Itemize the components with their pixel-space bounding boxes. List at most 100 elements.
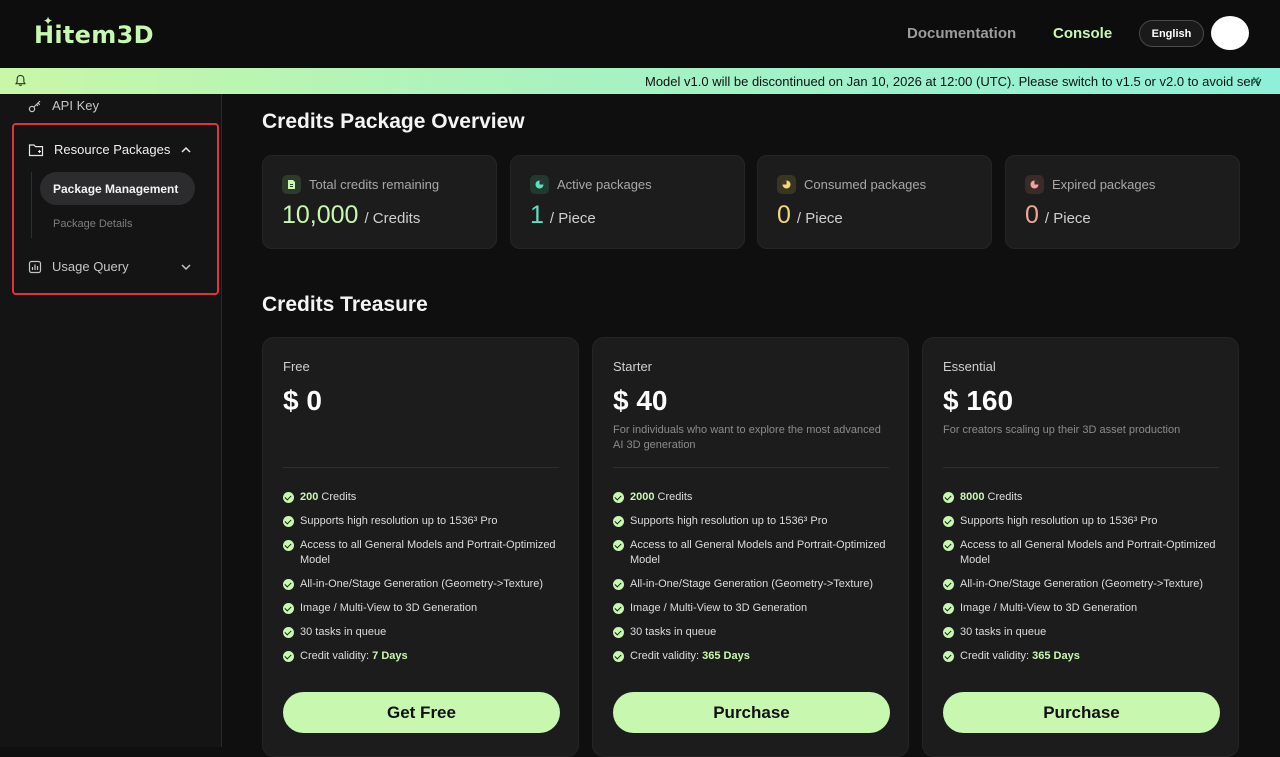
feature-text: 30 tasks in queue <box>630 626 717 638</box>
credits-label: Credits <box>987 491 1023 503</box>
stat-value: 1 <box>530 201 544 229</box>
sidebar-item-label: API Key <box>52 98 99 113</box>
stat-label: Consumed packages <box>804 177 927 192</box>
plan-name: Starter <box>613 359 653 374</box>
check-circle-icon <box>613 516 624 527</box>
validity-value: 365 Days <box>702 650 750 662</box>
pie-icon <box>777 175 796 194</box>
plan-card-starter: Starter $ 40 For individuals who want to… <box>592 337 909 757</box>
feature-text: 30 tasks in queue <box>300 626 387 638</box>
plan-name: Essential <box>943 359 996 374</box>
feature-text: Supports high resolution up to 1536³ Pro <box>960 515 1158 527</box>
check-circle-icon <box>943 627 954 638</box>
check-circle-icon <box>283 579 294 590</box>
sidebar-item-resource-packages[interactable]: Resource Packages <box>28 142 170 157</box>
feature-text: All-in-One/Stage Generation (Geometry->T… <box>300 578 544 590</box>
check-circle-icon <box>613 492 624 503</box>
feature-text: 30 tasks in queue <box>960 626 1047 638</box>
feature-item: Credit validity: 365 Days <box>943 649 1228 664</box>
check-circle-icon <box>283 627 294 638</box>
top-nav: ✦ Hitem3D Documentation Console English <box>0 0 1280 68</box>
check-circle-icon <box>943 603 954 614</box>
purchase-button[interactable]: Purchase <box>943 692 1220 733</box>
feature-item: Image / Multi-View to 3D Generation <box>283 601 568 616</box>
plan-description: For creators scaling up their 3D asset p… <box>943 424 1181 436</box>
key-icon <box>28 100 41 112</box>
chevron-down-icon[interactable] <box>180 261 192 273</box>
stat-value-wrap: 0 / Piece <box>777 201 843 230</box>
treasure-title: Credits Treasure <box>262 293 428 316</box>
check-circle-icon <box>283 492 294 503</box>
feature-item: Access to all General Models and Portrai… <box>283 538 568 568</box>
plan-name: Free <box>283 359 310 374</box>
main-content: Credits Package Overview Total credits r… <box>222 94 1280 757</box>
check-circle-icon <box>943 651 954 662</box>
sidebar-item-usage-query[interactable]: Usage Query <box>28 259 129 274</box>
overview-title: Credits Package Overview <box>262 110 525 133</box>
check-circle-icon <box>943 579 954 590</box>
nav-console[interactable]: Console <box>1053 25 1112 42</box>
feature-text: Access to all General Models and Portrai… <box>300 539 556 566</box>
close-icon[interactable]: × <box>1252 72 1260 88</box>
logo[interactable]: ✦ Hitem3D <box>34 14 154 52</box>
stat-unit: / Piece <box>549 210 596 227</box>
sidebar-item-api-key[interactable]: API Key <box>28 98 99 113</box>
feature-item: 2000 Credits <box>613 490 898 505</box>
validity-value: 7 Days <box>372 650 408 662</box>
feature-text: Supports high resolution up to 1536³ Pro <box>630 515 828 527</box>
credits-amount: 200 <box>300 491 319 503</box>
plan-price: $ 0 <box>283 385 322 416</box>
get-free-button[interactable]: Get Free <box>283 692 560 733</box>
validity-value: 365 Days <box>1032 650 1080 662</box>
chart-icon <box>28 260 42 273</box>
feature-text: Access to all General Models and Portrai… <box>630 539 886 566</box>
feature-item: Supports high resolution up to 1536³ Pro <box>613 514 898 529</box>
plan-price: $ 40 <box>613 385 668 416</box>
feature-item: 30 tasks in queue <box>283 625 568 640</box>
stat-label: Active packages <box>557 177 652 192</box>
feature-text: All-in-One/Stage Generation (Geometry->T… <box>630 578 874 590</box>
pie-icon <box>1025 175 1044 194</box>
stat-card-expired-packages: Expired packages 0 / Piece <box>1005 155 1240 249</box>
stat-card-total-credits: Total credits remaining 10,000 / Credits <box>262 155 497 249</box>
check-circle-icon <box>943 492 954 503</box>
check-circle-icon <box>613 651 624 662</box>
plan-description: For individuals who want to explore the … <box>613 424 881 451</box>
check-circle-icon <box>943 540 954 551</box>
feature-list: 200 Credits Supports high resolution up … <box>283 490 568 673</box>
feature-item: All-in-One/Stage Generation (Geometry->T… <box>943 577 1228 592</box>
sidebar-item-label: Resource Packages <box>54 142 171 157</box>
document-icon <box>282 175 301 194</box>
stat-label: Expired packages <box>1052 177 1156 192</box>
check-circle-icon <box>943 516 954 527</box>
check-circle-icon <box>283 603 294 614</box>
banner-message: Model v1.0 will be discontinued on Jan 1… <box>645 74 1262 89</box>
credits-amount: 8000 <box>960 491 985 503</box>
validity-label: Credit validity: <box>630 650 700 662</box>
folder-icon <box>28 143 44 156</box>
sidebar-item-package-management[interactable]: Package Management <box>40 172 195 205</box>
chevron-up-icon[interactable] <box>180 144 192 156</box>
divider <box>283 467 559 468</box>
check-circle-icon <box>283 651 294 662</box>
stat-value-wrap: 1 / Piece <box>530 201 596 230</box>
avatar[interactable] <box>1211 16 1249 50</box>
credits-amount: 2000 <box>630 491 655 503</box>
sidebar-item-label: Usage Query <box>52 259 129 274</box>
sparkle-icon: ✦ <box>43 14 54 28</box>
stat-value: 0 <box>777 201 791 229</box>
feature-item: Access to all General Models and Portrai… <box>943 538 1228 568</box>
feature-item: All-in-One/Stage Generation (Geometry->T… <box>283 577 568 592</box>
feature-item: Credit validity: 365 Days <box>613 649 898 664</box>
submenu-divider <box>31 172 32 238</box>
language-button[interactable]: English <box>1139 20 1204 47</box>
feature-item: 30 tasks in queue <box>943 625 1228 640</box>
nav-documentation[interactable]: Documentation <box>907 25 1016 42</box>
purchase-button[interactable]: Purchase <box>613 692 890 733</box>
stat-value-wrap: 0 / Piece <box>1025 201 1091 230</box>
feature-text: Supports high resolution up to 1536³ Pro <box>300 515 498 527</box>
feature-list: 2000 Credits Supports high resolution up… <box>613 490 898 673</box>
sidebar-item-package-details[interactable]: Package Details <box>53 218 133 230</box>
feature-text: Image / Multi-View to 3D Generation <box>300 602 478 614</box>
check-circle-icon <box>613 603 624 614</box>
